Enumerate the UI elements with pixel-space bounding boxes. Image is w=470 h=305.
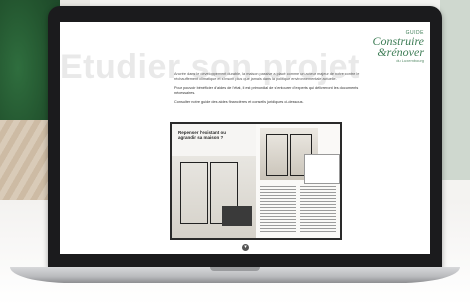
magazine-text-column: [260, 186, 296, 234]
furniture-shape: [222, 206, 252, 226]
magazine-page-right: [256, 124, 340, 238]
magazine-viewer[interactable]: Repenser l’existant ou agrandir sa maiso…: [170, 122, 342, 240]
laptop-notch: [210, 267, 260, 271]
intro-text-block: Ancrée dans le développement durable, la…: [174, 72, 360, 109]
glass-door-frame: [180, 162, 208, 224]
guide-link-text[interactable]: Consulter notre guide des aides financiè…: [174, 100, 360, 105]
magazine-text-column: [300, 186, 336, 234]
window-frame: [266, 134, 288, 176]
intro-paragraph-2: Pour pouvoir bénéficier d’aides de l’éta…: [174, 86, 359, 95]
logo-title-line-2: &rénover: [377, 45, 424, 59]
site-logo[interactable]: GUIDE Construire &rénover du Luxembourg: [344, 30, 424, 63]
background-right-panel: [440, 0, 470, 180]
magazine-headline: Repenser l’existant ou agrandir sa maiso…: [178, 130, 227, 140]
magazine-page-left: Repenser l’existant ou agrandir sa maiso…: [172, 124, 256, 238]
interior-photo-left: [172, 156, 256, 238]
laptop-screen: Etudier son projet GUIDE Construire &rén…: [60, 22, 430, 254]
intro-paragraph-1: Ancrée dans le développement durable, la…: [174, 72, 360, 81]
magazine-quote-box: [304, 154, 340, 184]
scroll-down-button[interactable]: ▾: [242, 244, 249, 251]
